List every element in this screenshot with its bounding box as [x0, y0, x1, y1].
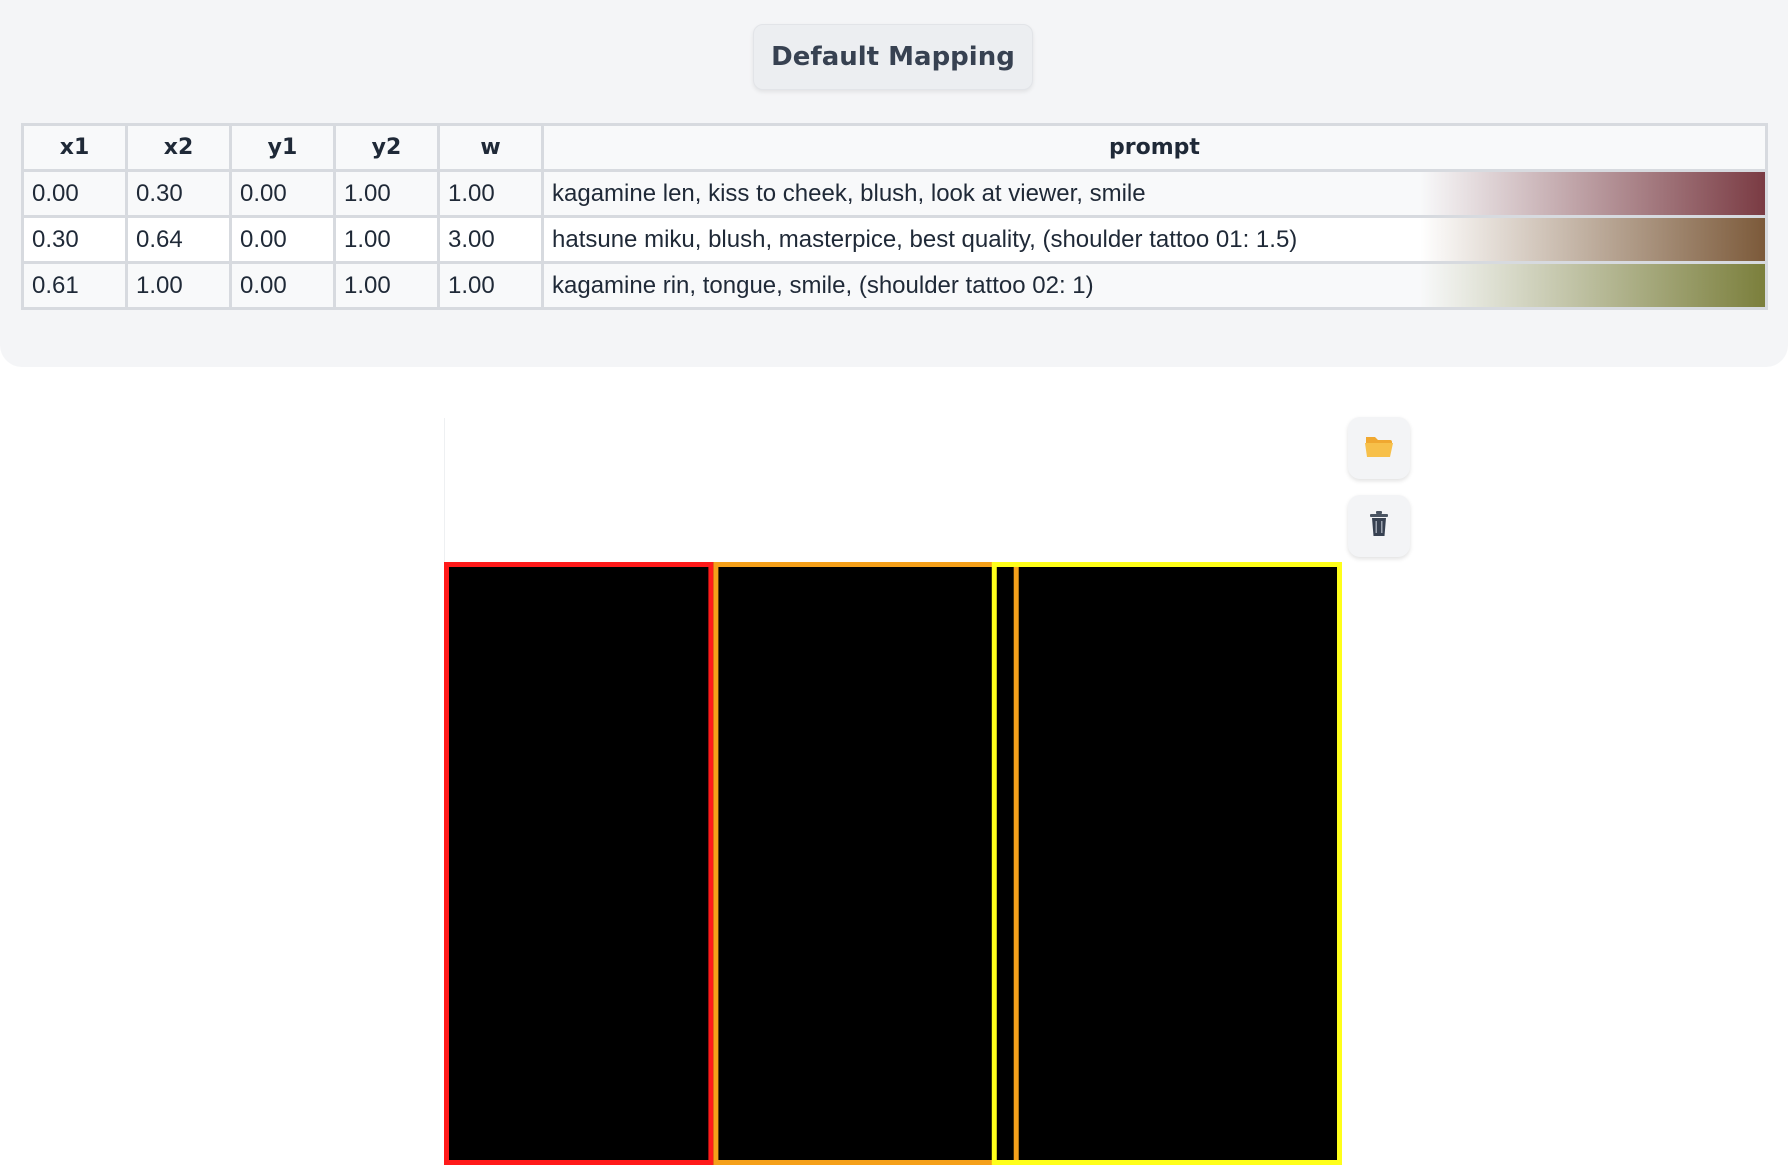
column-header-w[interactable]: w	[437, 123, 544, 172]
table-header-row: x1 x2 y1 y2 w prompt	[21, 123, 1768, 172]
column-header-x2[interactable]: x2	[125, 123, 232, 172]
cell-prompt[interactable]: kagamine rin, tongue, smile, (shoulder t…	[541, 261, 1768, 310]
cell-x1[interactable]: 0.61	[21, 261, 128, 310]
column-header-y1[interactable]: y1	[229, 123, 336, 172]
column-header-prompt[interactable]: prompt	[541, 123, 1768, 172]
cell-x2[interactable]: 1.00	[125, 261, 232, 310]
prompt-text: kagamine rin, tongue, smile, (shoulder t…	[552, 271, 1094, 299]
cell-y1[interactable]: 0.00	[229, 215, 336, 264]
column-header-y2[interactable]: y2	[333, 123, 440, 172]
color-swatch	[1420, 219, 1764, 260]
delete-button[interactable]	[1348, 495, 1410, 557]
cell-prompt[interactable]: hatsune miku, blush, masterpice, best qu…	[541, 215, 1768, 264]
cell-y2[interactable]: 1.00	[333, 261, 440, 310]
cell-y1[interactable]: 0.00	[229, 169, 336, 218]
color-swatch	[1420, 265, 1764, 306]
table-row: 0.61 1.00 0.00 1.00 1.00 kagamine rin, t…	[21, 261, 1768, 310]
canvas-background	[444, 562, 1342, 1165]
prompt-text: hatsune miku, blush, masterpice, best qu…	[552, 225, 1298, 253]
mapping-panel: Default Mapping x1 x2 y1 y2 w prompt 0.0…	[0, 0, 1788, 367]
cell-x1[interactable]: 0.00	[21, 169, 128, 218]
open-file-button[interactable]	[1348, 417, 1410, 479]
cell-y2[interactable]: 1.00	[333, 169, 440, 218]
cell-x1[interactable]: 0.30	[21, 215, 128, 264]
mapping-table: x1 x2 y1 y2 w prompt 0.00 0.30 0.00 1.00…	[21, 123, 1768, 310]
cell-x2[interactable]: 0.30	[125, 169, 232, 218]
column-header-x1[interactable]: x1	[21, 123, 128, 172]
trash-icon	[1369, 510, 1389, 542]
cell-x2[interactable]: 0.64	[125, 215, 232, 264]
cell-w[interactable]: 1.00	[437, 169, 544, 218]
cell-w[interactable]: 1.00	[437, 261, 544, 310]
prompt-text: kagamine len, kiss to cheek, blush, look…	[552, 179, 1146, 207]
table-row: 0.30 0.64 0.00 1.00 3.00 hatsune miku, b…	[21, 215, 1768, 264]
cell-prompt[interactable]: kagamine len, kiss to cheek, blush, look…	[541, 169, 1768, 218]
region-canvas[interactable]	[444, 562, 1342, 1165]
table-row: 0.00 0.30 0.00 1.00 1.00 kagamine len, k…	[21, 169, 1768, 218]
folder-icon	[1364, 433, 1394, 464]
default-mapping-button[interactable]: Default Mapping	[753, 24, 1033, 90]
cell-w[interactable]: 3.00	[437, 215, 544, 264]
color-swatch	[1420, 173, 1764, 214]
cell-y1[interactable]: 0.00	[229, 261, 336, 310]
cell-y2[interactable]: 1.00	[333, 215, 440, 264]
